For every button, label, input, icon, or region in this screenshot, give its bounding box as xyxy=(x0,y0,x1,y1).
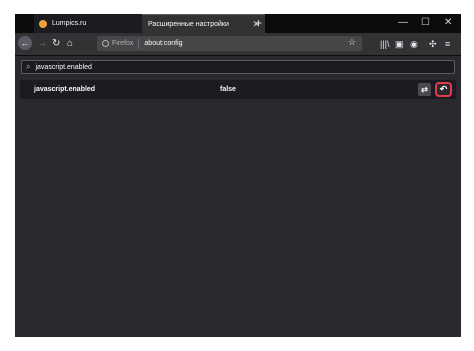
url-identity-label: Firefox xyxy=(112,40,134,47)
search-icon: ⌕ xyxy=(26,62,31,71)
library-icon[interactable]: |||\ xyxy=(380,37,390,51)
account-icon[interactable]: ◉ xyxy=(410,37,418,51)
about-config-page: ⌕ javascript.enabled javascript.enabled … xyxy=(15,56,461,337)
new-tab-button[interactable]: + xyxy=(255,16,262,30)
navigation-toolbar: ← → ↻ ⌂ Firefox about:config ☆ |||\ ▣ ◉ … xyxy=(15,33,461,56)
forward-button[interactable]: → xyxy=(37,37,47,51)
maximize-button[interactable]: ☐ xyxy=(421,16,430,30)
window-close-button[interactable]: ✕ xyxy=(444,16,452,30)
preference-row[interactable]: javascript.enabled false ⇄ ↶ xyxy=(20,80,456,99)
bookmark-star-icon[interactable]: ☆ xyxy=(348,37,356,48)
sidebar-icon[interactable]: ▣ xyxy=(395,37,404,51)
url-text[interactable]: about:config xyxy=(144,40,182,47)
lumpics-favicon-icon xyxy=(39,19,47,28)
minimize-button[interactable]: — xyxy=(398,16,408,30)
tab-lumpics[interactable]: Lumpics.ru ✕ xyxy=(34,14,156,33)
tab-label: Lumpics.ru xyxy=(52,20,87,27)
toggle-button[interactable]: ⇄ xyxy=(418,83,431,96)
back-button[interactable]: ← xyxy=(18,36,32,50)
extension-icon[interactable]: ✣ xyxy=(429,37,437,51)
url-divider xyxy=(138,38,140,49)
hamburger-menu-icon[interactable]: ≡ xyxy=(445,37,450,51)
search-input[interactable]: ⌕ javascript.enabled xyxy=(21,60,455,74)
home-button[interactable]: ⌂ xyxy=(67,37,73,51)
search-value[interactable]: javascript.enabled xyxy=(35,64,91,71)
preference-value: false xyxy=(220,86,236,93)
preference-name: javascript.enabled xyxy=(34,86,96,93)
tab-label: Расширенные настройки xyxy=(148,20,229,28)
tab-strip: Lumpics.ru ✕ Расширенные настройки ✕ + —… xyxy=(15,14,461,33)
reset-button[interactable]: ↶ xyxy=(435,82,452,97)
tab-advanced-settings[interactable]: Расширенные настройки ✕ xyxy=(142,14,265,33)
firefox-icon xyxy=(102,40,109,47)
url-bar[interactable]: Firefox about:config ☆ xyxy=(97,36,362,51)
browser-window: Lumpics.ru ✕ Расширенные настройки ✕ + —… xyxy=(15,14,461,337)
reload-button[interactable]: ↻ xyxy=(52,37,60,51)
